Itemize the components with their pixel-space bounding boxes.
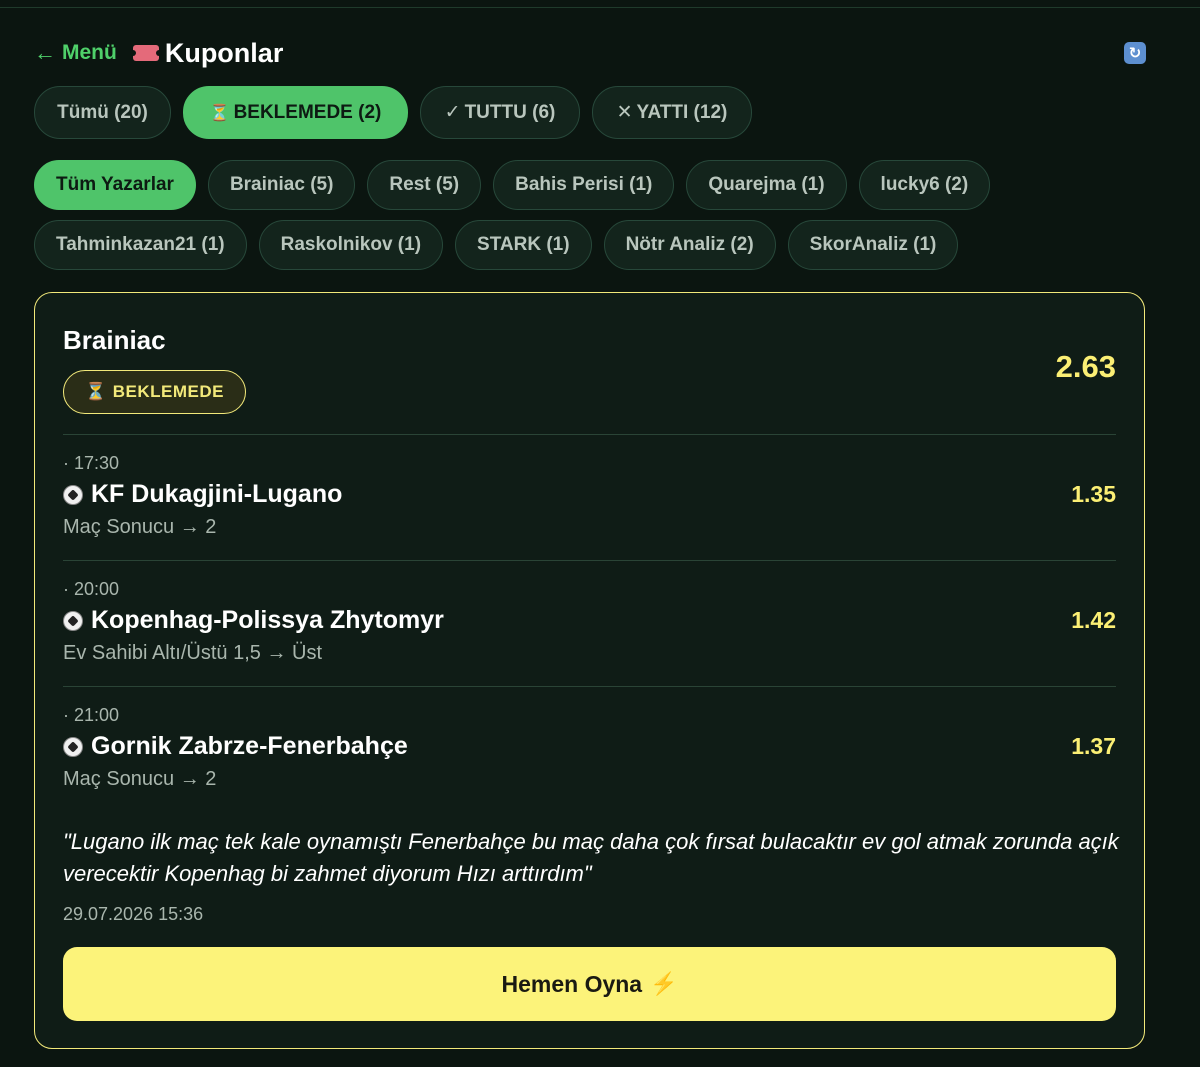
refresh-button[interactable]: ↻ (1124, 42, 1146, 64)
author-filter-all[interactable]: Tüm Yazarlar (34, 160, 196, 210)
author-filter-quarejma[interactable]: Quarejma (1) (686, 160, 847, 210)
soccer-ball-icon (63, 484, 83, 505)
match-odds: 1.37 (1071, 733, 1116, 759)
match-pick: Maç Sonucu → 2 (63, 516, 217, 538)
match-name: Gornik Zabrze-Fenerbahçe (63, 732, 408, 761)
match-odds: 1.42 (1071, 607, 1116, 633)
filter-label: TUTTU (6) (464, 101, 556, 123)
left-arrow-icon: ← (34, 40, 56, 65)
match-name: Kopenhag-Polissya Zhytomyr (63, 606, 444, 635)
coupon-card: Brainiac ⏳ BEKLEMEDE 2.63 · 17:30 KF Duk… (34, 292, 1145, 1049)
page-title: Kuponlar (164, 37, 284, 68)
match-name-text: KF Dukagjini-Lugano (91, 480, 343, 508)
filter-label: Tümü (20) (57, 101, 148, 123)
author-filter-rest[interactable]: Rest (5) (367, 160, 482, 210)
divider (63, 434, 1116, 435)
filter-all[interactable]: Tümü (20) (34, 86, 171, 139)
match-name: KF Dukagjini-Lugano (63, 480, 342, 509)
total-odds: 2.63 (1055, 349, 1116, 384)
hourglass-icon: ⏳ (209, 104, 230, 122)
match-pick: Maç Sonucu → 2 (63, 768, 217, 790)
status-filter-row: Tümü (20) ⏳ BEKLEMEDE (2) ✓ TUTTU (6) ✕ … (34, 86, 752, 139)
refresh-icon: ↻ (1128, 45, 1142, 62)
soccer-ball-icon (63, 736, 83, 757)
author-filter-lucky6[interactable]: lucky6 (2) (858, 160, 991, 210)
coupon-timestamp: 29.07.2026 15:36 (63, 904, 204, 924)
match-item: · 21:00 Gornik Zabrze-Fenerbahçe Maç Son… (63, 705, 1116, 815)
author-filter-row-2: Tahminkazan21 (1) Raskolnikov (1) STARK … (34, 220, 959, 270)
author-filter-label: Brainiac (5) (229, 174, 334, 195)
author-filter-label: SkorAnaliz (1) (809, 234, 937, 255)
divider (63, 686, 1116, 687)
author-filter-label: Tahminkazan21 (1) (56, 234, 225, 255)
match-name-text: Kopenhag-Polissya Zhytomyr (91, 606, 444, 634)
author-filter-label: Raskolnikov (1) (280, 234, 422, 255)
lightning-icon: ⚡ (650, 971, 678, 996)
page-title-wrap: Kuponlar (129, 37, 284, 69)
divider (63, 560, 1116, 561)
author-filter-label: Nötr Analiz (2) (625, 234, 754, 255)
status-badge: ⏳ BEKLEMEDE (63, 370, 246, 414)
hourglass-icon: ⏳ (85, 382, 107, 401)
author-filter-label: lucky6 (2) (880, 174, 969, 195)
match-time: · 17:30 (63, 453, 120, 473)
match-time: · 21:00 (63, 705, 120, 725)
author-filter-stark[interactable]: STARK (1) (455, 220, 592, 270)
match-odds: 1.35 (1071, 481, 1116, 507)
author-filter-tahminkazan21[interactable]: Tahminkazan21 (1) (34, 220, 247, 270)
match-time: · 20:00 (63, 579, 120, 599)
author-filter-brainiac[interactable]: Brainiac (5) (207, 160, 356, 210)
author-filter-label: STARK (1) (477, 234, 570, 255)
back-link-label: Menü (62, 41, 117, 64)
filter-label: BEKLEMEDE (2) (233, 101, 382, 123)
match-item: · 17:30 KF Dukagjini-Lugano Maç Sonucu →… (63, 453, 1116, 563)
x-icon: ✕ (616, 102, 633, 123)
filter-label: YATTI (12) (636, 101, 728, 123)
author-filter-bahis-perisi[interactable]: Bahis Perisi (1) (493, 160, 675, 210)
coupon-comment: "Lugano ilk maç tek kale oynamıştı Fener… (63, 829, 1119, 886)
author-filter-label: Rest (5) (389, 174, 460, 195)
soccer-ball-icon (63, 610, 83, 631)
match-name-text: Gornik Zabrze-Fenerbahçe (91, 732, 408, 760)
match-item: · 20:00 Kopenhag-Polissya Zhytomyr Ev Sa… (63, 579, 1116, 689)
check-icon: ✓ (444, 102, 461, 123)
play-now-button[interactable]: Hemen Oyna ⚡ (63, 947, 1116, 1021)
author-filter-row-1: Tüm Yazarlar Brainiac (5) Rest (5) Bahis… (34, 160, 991, 210)
match-pick: Ev Sahibi Altı/Üstü 1,5 → Üst (63, 642, 322, 664)
ticket-icon (129, 45, 162, 61)
author-filter-label: Quarejma (1) (708, 174, 825, 195)
author-filter-label: Tüm Yazarlar (56, 174, 174, 195)
back-to-menu-link[interactable]: ← Menü (34, 41, 117, 65)
header: ← Menü Kuponlar ↻ (34, 36, 1146, 70)
coupon-author: Brainiac (63, 325, 166, 355)
author-filter-raskolnikov[interactable]: Raskolnikov (1) (258, 220, 444, 270)
filter-lost[interactable]: ✕ YATTI (12) (592, 86, 752, 139)
play-now-label: Hemen Oyna (501, 970, 643, 997)
filter-won[interactable]: ✓ TUTTU (6) (420, 86, 580, 139)
author-filter-notr-analiz[interactable]: Nötr Analiz (2) (603, 220, 776, 270)
author-filter-skoranaliz[interactable]: SkorAnaliz (1) (787, 220, 959, 270)
top-divider (0, 7, 1200, 8)
author-filter-label: Bahis Perisi (1) (515, 174, 653, 195)
status-badge-label: BEKLEMEDE (112, 382, 224, 401)
filter-pending[interactable]: ⏳ BEKLEMEDE (2) (183, 86, 408, 139)
